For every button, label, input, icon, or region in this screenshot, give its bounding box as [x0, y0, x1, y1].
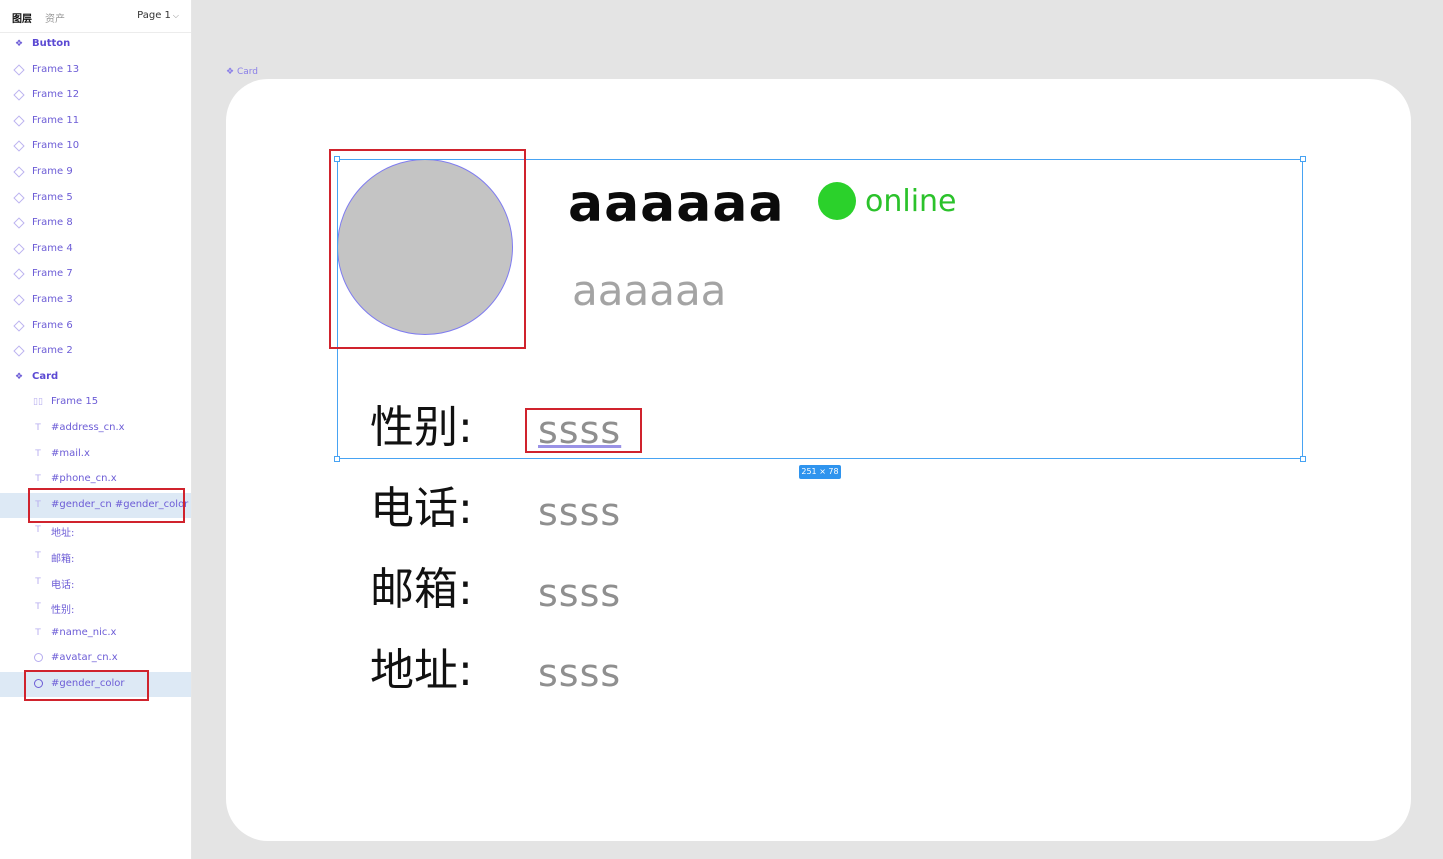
- component-icon: ❖: [14, 39, 24, 49]
- layer-label: 电话:: [51, 579, 75, 591]
- layer-label: #gender_cn #gender_color: [51, 498, 189, 510]
- layer-item[interactable]: T #gender_cn #gender_color: [0, 492, 191, 518]
- layer-label: Frame 10: [32, 140, 80, 152]
- text-icon: T: [35, 551, 41, 561]
- layer-item[interactable]: Frame 10: [0, 134, 191, 159]
- layer-item[interactable]: ▯▯ Frame 15: [0, 390, 191, 415]
- layer-label: Frame 9: [32, 166, 73, 177]
- layer-label: #address_cn.x: [51, 422, 125, 433]
- frame-icon: [13, 63, 25, 76]
- address-label[interactable]: 地址:: [370, 645, 473, 697]
- layer-label: Frame 11: [32, 114, 80, 126]
- ellipse-icon: [33, 653, 43, 663]
- frame-icon: [13, 268, 25, 281]
- layer-label: Frame 12: [32, 89, 80, 101]
- component-icon: ❖: [14, 371, 24, 382]
- layer-label: #gender_color: [51, 678, 125, 689]
- layer-item[interactable]: T 电话:: [0, 570, 191, 595]
- ellipse-icon: [33, 679, 43, 689]
- text-icon: T: [35, 499, 41, 510]
- layer-label: 地址:: [51, 528, 75, 540]
- layer-item[interactable]: T 性别:: [0, 595, 191, 620]
- layer-item[interactable]: Frame 6: [0, 314, 191, 339]
- text-icon: T: [35, 525, 41, 536]
- page-selector[interactable]: Page 1 ⌵: [137, 10, 179, 21]
- layer-item[interactable]: Frame 2: [0, 339, 191, 364]
- frame-icon: [13, 243, 25, 255]
- tab-layers[interactable]: 图层: [12, 10, 32, 25]
- address-value[interactable]: ssss: [538, 649, 621, 697]
- resize-handle[interactable]: [334, 156, 340, 162]
- layer-item[interactable]: Frame 4: [0, 237, 191, 262]
- layer-item[interactable]: Frame 8: [0, 211, 191, 236]
- resize-handle[interactable]: [1300, 156, 1306, 162]
- layer-item[interactable]: ❖ Button: [0, 32, 191, 57]
- frame-icon: [13, 191, 25, 204]
- layer-item[interactable]: ❖ Card: [0, 365, 191, 390]
- mail-value[interactable]: ssss: [538, 569, 621, 617]
- tab-assets[interactable]: 资产: [45, 10, 65, 25]
- layer-item[interactable]: T #mail.x: [0, 442, 191, 467]
- layer-label: Frame 3: [32, 294, 73, 305]
- text-icon: T: [35, 602, 41, 613]
- frame-icon: [13, 319, 25, 332]
- layer-label: 性别:: [51, 605, 75, 617]
- layer-label: Button: [32, 38, 71, 49]
- frame-label[interactable]: ❖ Card: [226, 67, 258, 77]
- layer-item[interactable]: T 地址:: [0, 518, 191, 543]
- chevron-down-icon: ⌵: [172, 11, 179, 20]
- selection-bounds[interactable]: [337, 159, 1303, 459]
- layer-item[interactable]: #avatar_cn.x: [0, 646, 191, 671]
- mail-label[interactable]: 邮箱:: [370, 564, 473, 616]
- layer-label: Frame 6: [32, 319, 73, 331]
- selection-size-badge: 251 × 78: [799, 465, 841, 479]
- phone-label[interactable]: 电话:: [370, 483, 473, 535]
- layer-label: Frame 15: [51, 396, 99, 408]
- resize-handle[interactable]: [1300, 456, 1306, 462]
- layer-label: #phone_cn.x: [51, 473, 117, 485]
- layer-label: Frame 7: [32, 268, 73, 280]
- page-selector-label: Page 1: [137, 10, 171, 21]
- text-icon: T: [35, 448, 41, 459]
- frame-icon: [13, 89, 25, 101]
- text-icon: T: [35, 423, 41, 433]
- autolayout-icon: ▯▯: [33, 397, 43, 408]
- layer-label: #avatar_cn.x: [51, 652, 118, 664]
- layer-item[interactable]: Frame 11: [0, 109, 191, 134]
- layer-label: #mail.x: [51, 447, 90, 459]
- text-icon: T: [35, 474, 41, 485]
- panel-header: 图层 资产 Page 1 ⌵: [0, 0, 191, 33]
- text-icon: T: [35, 627, 41, 638]
- frame-icon: [13, 115, 25, 127]
- layer-item[interactable]: Frame 13: [0, 58, 191, 83]
- layer-label: Card: [32, 370, 59, 382]
- layer-label: Frame 4: [32, 242, 73, 254]
- layer-label: Frame 8: [32, 217, 73, 229]
- frame-icon: [13, 140, 25, 153]
- frame-icon: [13, 166, 25, 178]
- layer-item[interactable]: Frame 3: [0, 288, 191, 313]
- layer-item[interactable]: T #name_nic.x: [0, 621, 191, 646]
- layer-item[interactable]: Frame 7: [0, 262, 191, 287]
- frame-icon: [13, 217, 25, 229]
- phone-value[interactable]: ssss: [538, 488, 621, 536]
- layer-label: 邮箱:: [51, 554, 75, 565]
- layer-item[interactable]: T #address_cn.x: [0, 416, 191, 441]
- text-icon: T: [35, 576, 41, 587]
- frame-icon: [13, 294, 25, 306]
- layer-item[interactable]: Frame 9: [0, 160, 191, 185]
- layer-item[interactable]: T #phone_cn.x: [0, 467, 191, 492]
- frame-icon: [13, 345, 25, 357]
- layer-item[interactable]: Frame 12: [0, 83, 191, 108]
- layer-label: Frame 5: [32, 191, 73, 203]
- layer-label: Frame 13: [32, 63, 80, 75]
- layer-item[interactable]: #gender_color: [0, 672, 191, 697]
- layer-item[interactable]: Frame 5: [0, 186, 191, 211]
- frame-label-text: Card: [236, 67, 258, 77]
- layer-item[interactable]: T 邮箱:: [0, 544, 191, 569]
- layer-label: Frame 2: [32, 345, 73, 357]
- layer-label: #name_nic.x: [51, 626, 117, 638]
- resize-handle[interactable]: [334, 456, 340, 462]
- layers-panel: 图层 资产 Page 1 ⌵ ❖ Button Frame 13 Frame 12 Fra…: [0, 0, 192, 859]
